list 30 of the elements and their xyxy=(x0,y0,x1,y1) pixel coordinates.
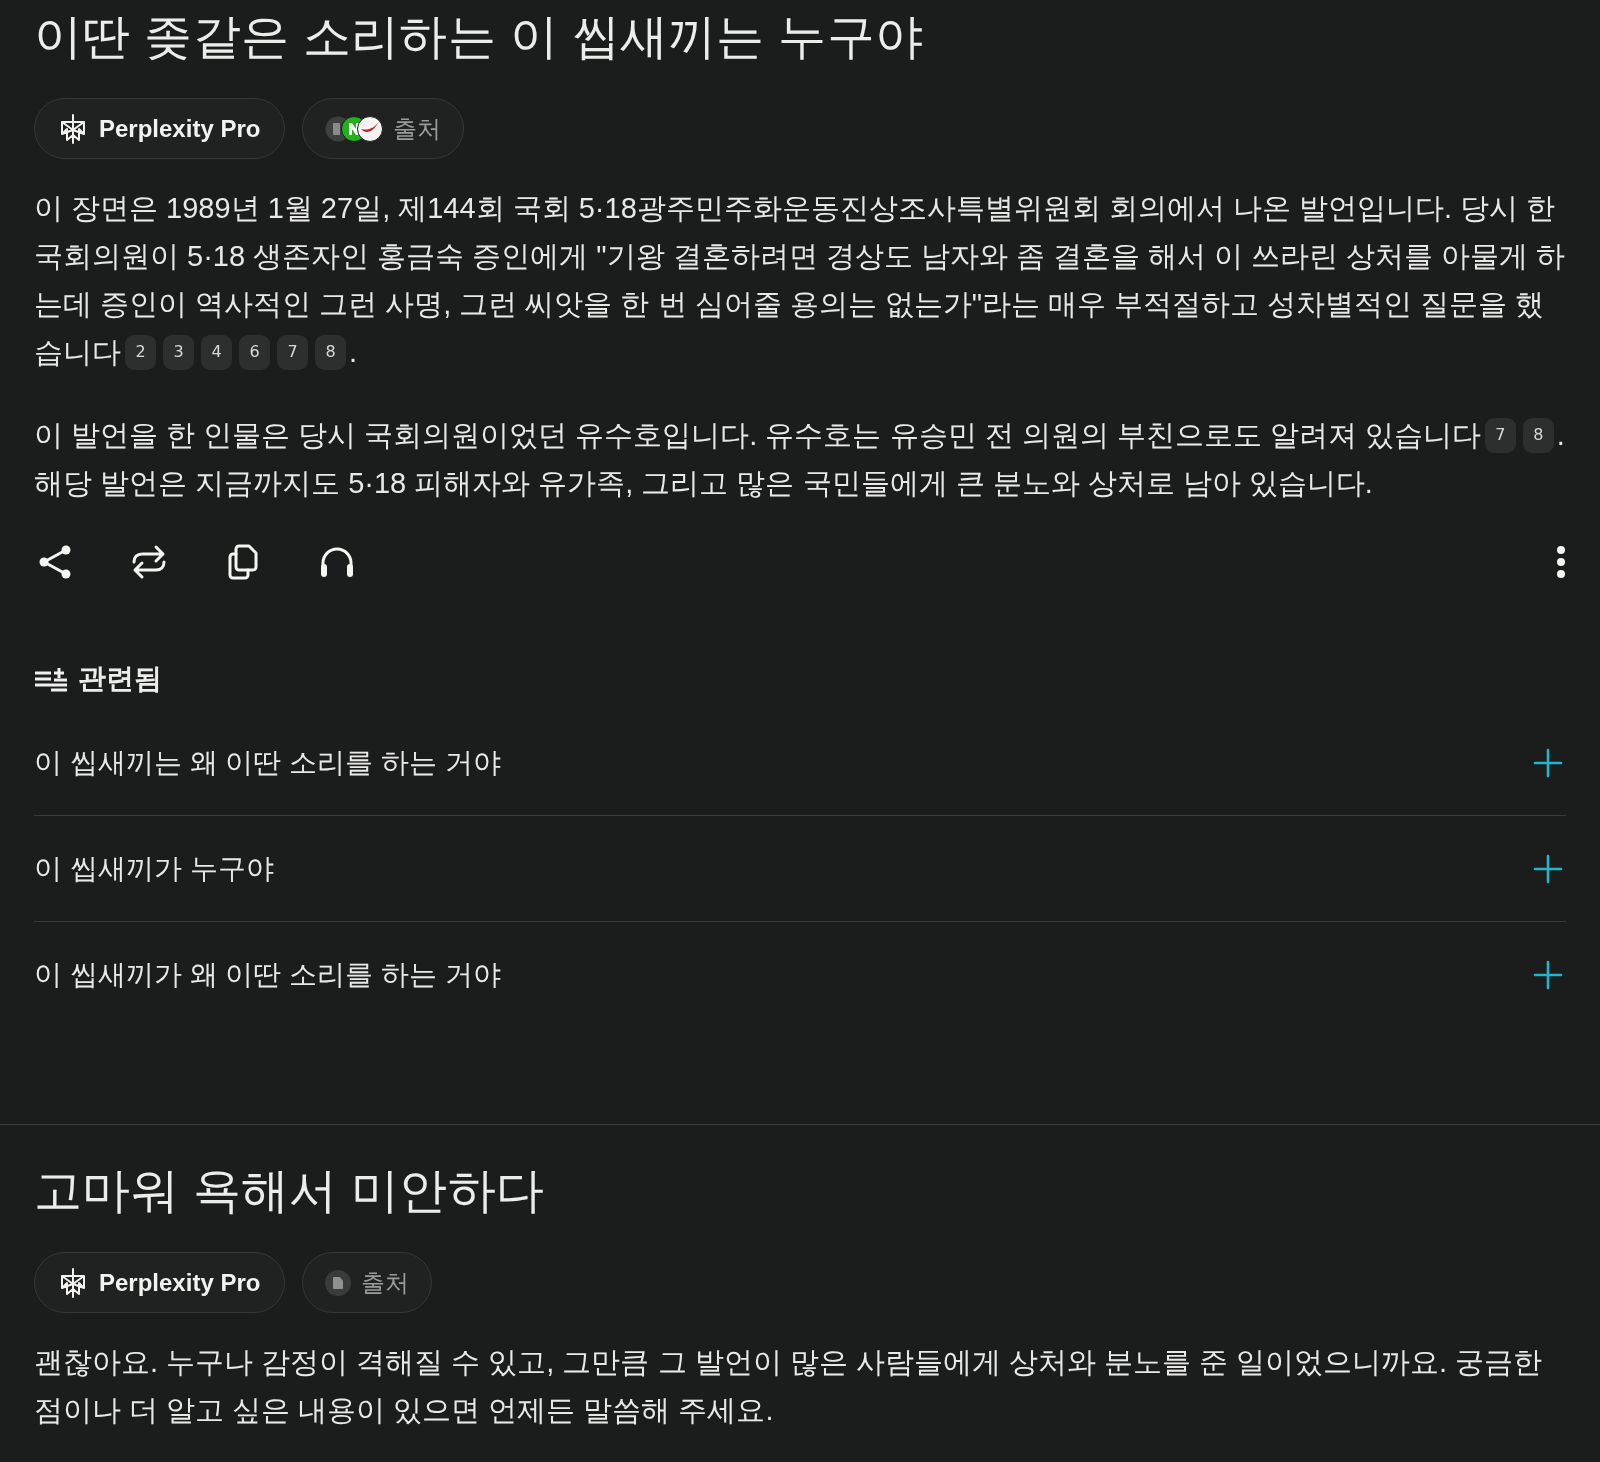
sources-button[interactable]: 출처 xyxy=(302,1252,433,1313)
answer-paragraph: 괜찮아요. 누구나 감정이 격해질 수 있고, 그만큼 그 발언이 많은 사람들에게 상처와 분노를 준 일이었으니까요. 궁금한 점이나 더 알고 싶은 내용이 있으면 언제든 말씀해 주세요. xyxy=(34,1345,1544,1428)
related-question-item[interactable]: 이 씹새끼는 왜 이딴 소리를 하는 거야 xyxy=(34,710,1566,816)
model-selector-button[interactable]: Perplexity Pro xyxy=(34,98,286,159)
plus-icon xyxy=(1533,747,1563,778)
logo-icon xyxy=(59,1267,87,1298)
related-question-item[interactable]: 이 씹새끼가 누구야 xyxy=(34,816,1566,922)
answer-paragraph: 이 발언을 한 인물은 당시 국회의원이었던 유수호입니다. 유수호는 유승민 전 의원의 부친으로도 알려져 있습니다 7 8 . 해당 발언은 지금까지도 5·18 피해자와 유가족, 그리고 많은 국민들에게 큰 분노와 상처로 남아 있습니다. xyxy=(34,416,1566,501)
citation-link[interactable]: 7 xyxy=(1484,417,1516,453)
related-heading: 관련됨 xyxy=(78,662,162,696)
plus-icon xyxy=(1533,853,1563,884)
more-options-icon[interactable] xyxy=(1556,545,1566,579)
model-selector-button[interactable]: Perplexity Pro xyxy=(34,1252,286,1313)
plus-icon xyxy=(1533,960,1563,990)
citation-link[interactable]: 2 xyxy=(125,334,156,370)
favicon-icon xyxy=(357,115,384,142)
answer-paragraph: 이 장면은 1989년 1월 27일, 제144회 국회 5·18광주민주화운동진상조사특별위원회 회의에서 나온 발언입니다. 당시 한 국회의원이 5·18 생존자인 홍금숙 증인에게 "기왕 결혼하려면 경상도 남자와 좀 결혼을 해서 이 쓰라린 상처를 아물게 하는데 증인이 역사적인 그런 사명, 그런 씨앗을 한 번 심어줄 용의는 없는가"라는 매우 부적절하고 성차별적인 질문을 했습니다 2 3 4 6 7 8 . xyxy=(34,191,1566,372)
citation-link[interactable]: 3 xyxy=(163,334,194,370)
citation-link[interactable]: 8 xyxy=(315,334,346,370)
query-title: 고마워 욕해서 미안하다 xyxy=(34,1163,546,1219)
query-title: 이딴 좆같은 소리하는 이 씹새끼는 누구야 xyxy=(34,9,925,65)
citation-link[interactable]: 6 xyxy=(239,334,270,370)
citation-link[interactable]: 7 xyxy=(277,334,308,370)
related-question-item[interactable]: 이 씹새끼가 왜 이딴 소리를 하는 거야 xyxy=(34,922,1566,1028)
sources-button[interactable]: 출처 xyxy=(302,98,465,159)
logo-icon xyxy=(59,113,87,144)
citation-link[interactable]: 4 xyxy=(201,334,232,370)
citation-link[interactable]: 8 xyxy=(1522,417,1554,453)
related-list-icon xyxy=(34,666,68,692)
document-icon xyxy=(325,1269,352,1296)
